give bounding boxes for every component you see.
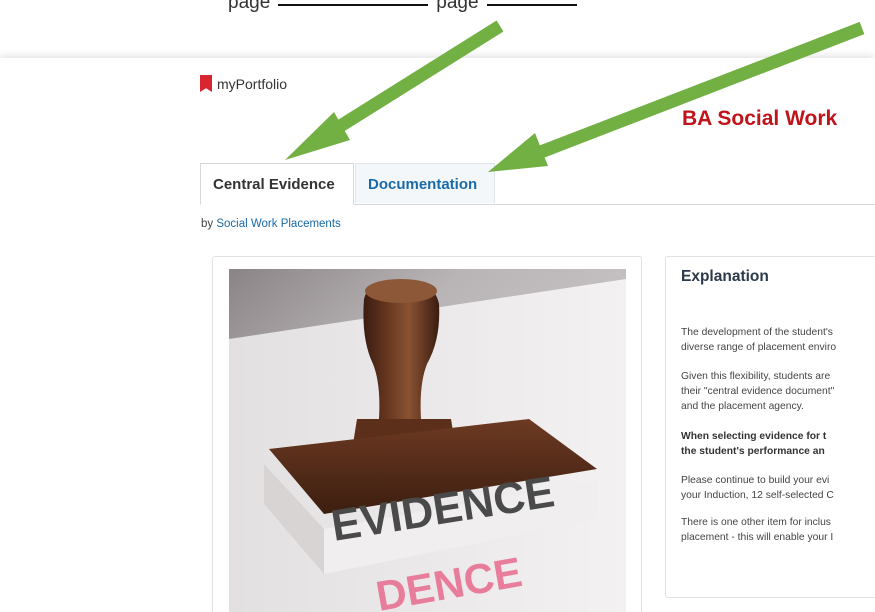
arrow-to-central-evidence xyxy=(314,20,504,146)
annotated-screenshot: page page myPortfolio BA Social Work Cent… xyxy=(0,0,875,612)
annotation-arrows xyxy=(285,20,865,172)
arrow-to-documentation xyxy=(517,21,865,167)
arrowhead-2 xyxy=(488,133,548,172)
